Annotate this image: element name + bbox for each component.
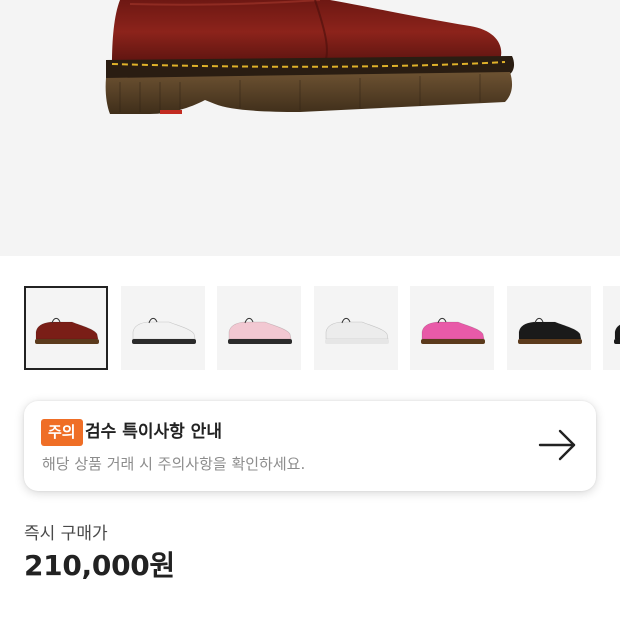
arrow-right-icon[interactable] <box>538 428 578 462</box>
inspection-notice-card[interactable]: 주의 검수 특이사항 안내 해당 상품 거래 시 주의사항을 확인하세요. <box>24 401 596 491</box>
product-image <box>0 0 620 256</box>
shoe-thumbnail-icon <box>325 317 389 344</box>
shoe-thumbnail-icon <box>228 317 292 344</box>
shoe-thumbnail-icon <box>132 317 196 344</box>
thumb-cherry-red[interactable] <box>24 286 108 370</box>
thumb-hot-pink[interactable] <box>410 286 494 370</box>
notice-title: 검수 특이사항 안내 <box>85 422 222 442</box>
shoe-thumbnail-icon <box>518 317 582 344</box>
color-options-list <box>24 286 620 371</box>
shoe-photo <box>105 0 515 114</box>
thumb-off-white[interactable] <box>314 286 398 370</box>
shoe-thumbnail-icon <box>614 324 620 344</box>
thumb-black-partial[interactable] <box>603 286 620 370</box>
notice-subtitle: 해당 상품 거래 시 주의사항을 확인하세요. <box>42 455 306 473</box>
instant-buy-price-label: 즉시 구매가 <box>24 524 108 544</box>
caution-badge: 주의 <box>41 419 83 446</box>
instant-buy-price-value: 210,000원 <box>24 549 175 582</box>
thumb-white[interactable] <box>121 286 205 370</box>
shoe-thumbnail-icon <box>421 317 485 344</box>
shoe-thumbnail-icon <box>35 317 99 344</box>
thumb-pale-pink[interactable] <box>217 286 301 370</box>
thumb-black[interactable] <box>507 286 591 370</box>
product-detail-page: 주의 검수 특이사항 안내 해당 상품 거래 시 주의사항을 확인하세요. 즉시… <box>0 0 620 620</box>
